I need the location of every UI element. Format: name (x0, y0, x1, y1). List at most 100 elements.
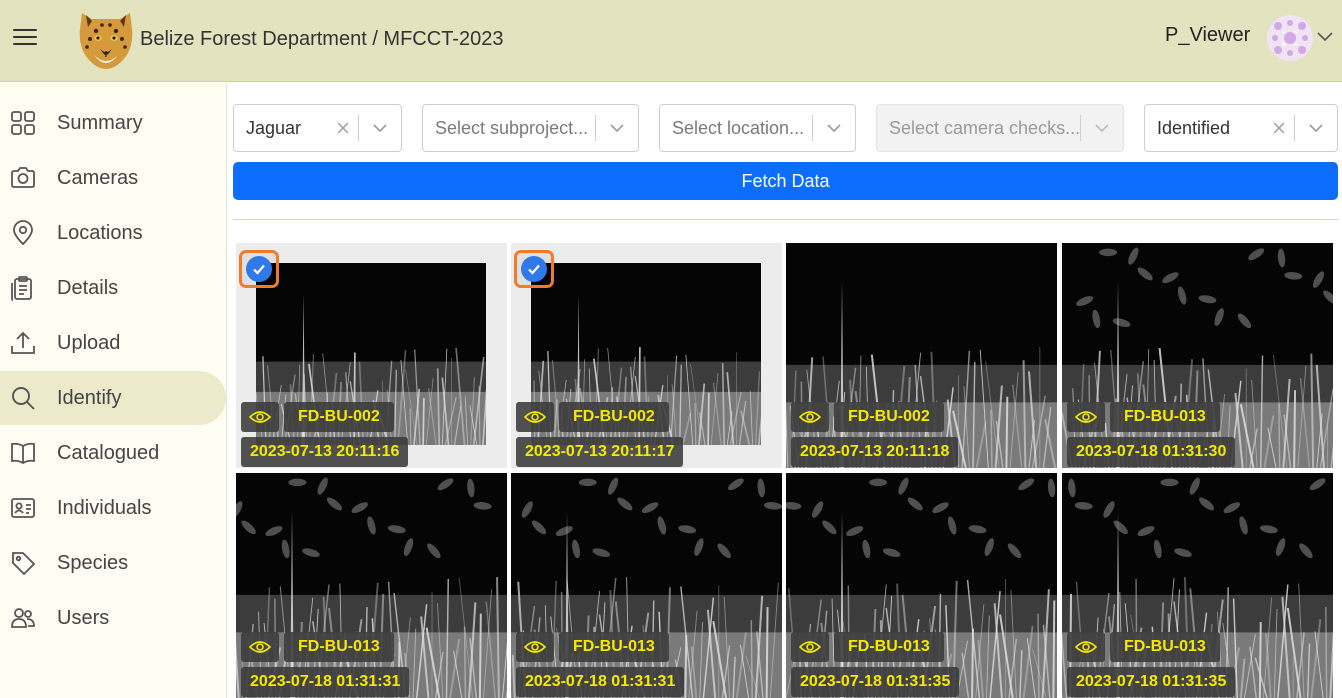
camera-trap-photo (1062, 473, 1333, 698)
sidebar-item-label: Locations (57, 221, 143, 244)
chevron-down-icon[interactable] (596, 119, 638, 137)
hamburger-menu-icon[interactable] (13, 29, 37, 47)
image-tile[interactable]: FD-BU-013 2023-07-18 01:31:31 (511, 473, 782, 698)
image-tile[interactable]: FD-BU-013 2023-07-18 01:31:31 (236, 473, 507, 698)
status-select-value: Identified (1157, 117, 1231, 138)
chevron-down-icon[interactable] (1315, 26, 1335, 46)
timestamp-badge: 2023-07-13 20:11:18 (791, 437, 959, 467)
location-badge: FD-BU-002 (284, 402, 394, 432)
check-icon (246, 256, 272, 282)
search-icon (10, 385, 36, 411)
location-badge: FD-BU-013 (834, 632, 944, 662)
select-checkbox[interactable] (514, 250, 554, 288)
timestamp-badge: 2023-07-13 20:11:16 (241, 437, 409, 467)
eye-icon[interactable] (791, 402, 829, 432)
image-tile[interactable]: FD-BU-013 2023-07-18 01:31:30 (1062, 243, 1333, 468)
image-tile[interactable]: FD-BU-013 2023-07-18 01:31:35 (1062, 473, 1333, 698)
main-content: Jaguar Select subproject... Select locat… (228, 83, 1342, 698)
sidebar-item-upload[interactable]: Upload (0, 316, 227, 370)
sidebar-item-details[interactable]: Details (0, 261, 227, 315)
subproject-select[interactable]: Select subproject... (422, 104, 639, 152)
sidebar-item-label: Summary (57, 111, 143, 134)
app-title: Belize Forest Department / MFCCT-2023 (140, 28, 504, 50)
camera-trap-photo (236, 473, 507, 698)
location-badge: FD-BU-013 (1110, 632, 1220, 662)
timestamp-badge: 2023-07-13 20:11:17 (516, 437, 684, 467)
species-select[interactable]: Jaguar (233, 104, 402, 152)
timestamp-badge: 2023-07-18 01:31:30 (1067, 437, 1236, 467)
clear-icon[interactable] (328, 121, 358, 135)
sidebar-nav: Summary Cameras Locations Details Upload… (0, 83, 227, 698)
subproject-select-placeholder: Select subproject... (435, 117, 589, 138)
timestamp-badge: 2023-07-18 01:31:31 (516, 667, 685, 697)
eye-icon[interactable] (1067, 632, 1105, 662)
book-icon (10, 440, 36, 466)
sidebar-item-label: Catalogued (57, 441, 160, 464)
jaguar-logo (72, 5, 140, 71)
image-tile[interactable]: FD-BU-002 2023-07-13 20:11:16 (236, 243, 507, 468)
chevron-down-icon (1081, 119, 1123, 137)
timestamp-badge: 2023-07-18 01:31:31 (241, 667, 410, 697)
map-pin-icon (10, 220, 36, 246)
sidebar-item-label: Details (57, 276, 119, 299)
sidebar-item-catalogued[interactable]: Catalogued (0, 426, 227, 480)
eye-icon[interactable] (516, 632, 554, 662)
location-badge: FD-BU-002 (834, 402, 944, 432)
eye-icon[interactable] (791, 632, 829, 662)
camera-checks-select-placeholder: Select camera checks... (889, 117, 1080, 138)
section-divider (233, 219, 1338, 220)
image-tile[interactable]: FD-BU-002 2023-07-13 20:11:17 (511, 243, 782, 468)
camera-icon (10, 165, 36, 191)
sidebar-item-label: Identify (57, 386, 122, 409)
sidebar-item-species[interactable]: Species (0, 536, 227, 590)
location-badge: FD-BU-013 (559, 632, 669, 662)
sidebar-item-label: Users (57, 606, 110, 629)
id-card-icon (10, 495, 36, 521)
user-avatar[interactable] (1267, 15, 1313, 61)
location-select-placeholder: Select location... (672, 117, 805, 138)
chevron-down-icon[interactable] (1295, 119, 1337, 137)
chevron-down-icon[interactable] (813, 119, 855, 137)
upload-icon (10, 330, 36, 356)
camera-trap-photo (1062, 243, 1333, 468)
app-header: Belize Forest Department / MFCCT-2023 P_… (0, 0, 1342, 82)
timestamp-badge: 2023-07-18 01:31:35 (1067, 667, 1236, 697)
clipboard-icon (10, 275, 36, 301)
location-select[interactable]: Select location... (659, 104, 856, 152)
fetch-data-button[interactable]: Fetch Data (233, 162, 1338, 200)
sidebar-item-summary[interactable]: Summary (0, 96, 227, 150)
tag-icon (10, 550, 36, 576)
clear-icon[interactable] (1264, 121, 1294, 135)
location-badge: FD-BU-013 (284, 632, 394, 662)
sidebar-item-individuals[interactable]: Individuals (0, 481, 227, 535)
chevron-down-icon[interactable] (359, 119, 401, 137)
eye-icon[interactable] (516, 402, 554, 432)
location-badge: FD-BU-002 (559, 402, 669, 432)
sidebar-item-label: Individuals (57, 496, 152, 519)
image-tile[interactable]: FD-BU-013 2023-07-18 01:31:35 (786, 473, 1057, 698)
camera-trap-photo (511, 473, 782, 698)
species-select-value: Jaguar (246, 117, 302, 138)
eye-icon[interactable] (1067, 402, 1105, 432)
image-tile[interactable]: FD-BU-002 2023-07-13 20:11:18 (786, 243, 1057, 468)
camera-trap-photo (786, 243, 1057, 468)
sidebar-item-identify[interactable]: Identify (0, 371, 226, 425)
sidebar-item-label: Upload (57, 331, 121, 354)
sidebar-item-locations[interactable]: Locations (0, 206, 227, 260)
sidebar-item-label: Species (57, 551, 129, 574)
sidebar-item-cameras[interactable]: Cameras (0, 151, 227, 205)
username-label: P_Viewer (1165, 24, 1251, 46)
status-select[interactable]: Identified (1144, 104, 1338, 152)
camera-checks-select: Select camera checks... (876, 104, 1124, 152)
sidebar-item-users[interactable]: Users (0, 591, 227, 645)
users-icon (10, 605, 36, 631)
select-checkbox[interactable] (239, 250, 279, 288)
sidebar-item-label: Cameras (57, 166, 139, 189)
timestamp-badge: 2023-07-18 01:31:35 (791, 667, 960, 697)
grid-icon (10, 110, 36, 136)
camera-trap-photo (786, 473, 1057, 698)
eye-icon[interactable] (241, 402, 279, 432)
eye-icon[interactable] (241, 632, 279, 662)
check-icon (521, 256, 547, 282)
location-badge: FD-BU-013 (1110, 402, 1220, 432)
